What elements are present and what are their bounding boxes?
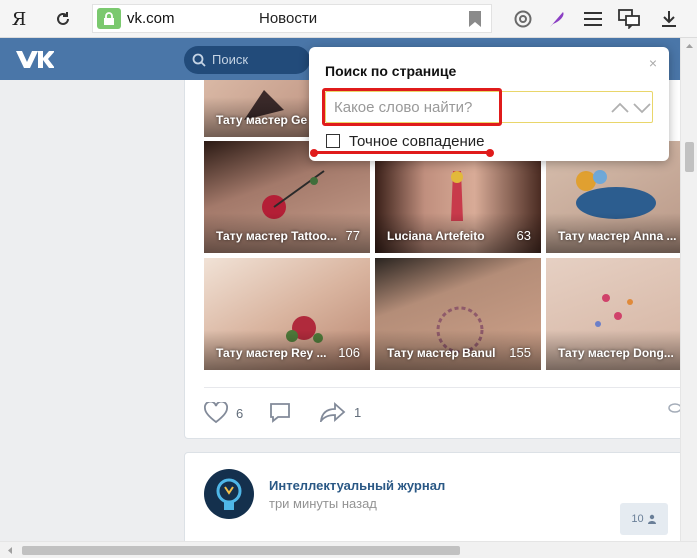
search-icon	[192, 53, 206, 67]
address-bar[interactable]: vk.com Новости	[92, 4, 492, 33]
vertical-scrollbar[interactable]	[680, 38, 697, 541]
tile-title: Тату мастер Ge	[216, 113, 308, 127]
underline-dot-right	[486, 149, 494, 157]
search-placeholder: Поиск	[212, 52, 249, 67]
share-icon	[320, 402, 346, 422]
comment-button[interactable]	[269, 402, 291, 424]
share-count: 1	[354, 404, 362, 420]
tile-count: 155	[509, 345, 531, 360]
vk-logo-icon[interactable]	[14, 47, 54, 71]
tile-count: 63	[516, 228, 531, 243]
gallery-tile[interactable]: Тату мастер Banul 155	[375, 258, 541, 370]
post-time[interactable]: три минуты назад	[269, 496, 377, 511]
exact-match-label[interactable]: Точное совпадение	[349, 133, 485, 150]
tile-title: Тату мастер Dong...	[558, 346, 674, 360]
menu-icon[interactable]	[580, 6, 606, 32]
post-divider	[204, 387, 684, 388]
url-text[interactable]: vk.com	[127, 10, 175, 27]
find-title: Поиск по странице	[325, 63, 457, 79]
views-count: 10	[631, 513, 644, 525]
tile-title: Тату мастер Banul	[387, 346, 496, 360]
protect-icon[interactable]	[510, 6, 536, 32]
underline-dot-left	[310, 149, 318, 157]
tile-count: 106	[338, 345, 360, 360]
page-title: Новости	[259, 10, 318, 27]
tile-title: Тату мастер Tattoo...	[216, 229, 337, 243]
exact-match-underline	[314, 151, 491, 154]
post-author[interactable]: Интеллектуальный журнал	[269, 478, 445, 493]
avatar[interactable]	[204, 469, 254, 519]
tile-title: Luciana Artefeito	[387, 229, 485, 243]
gallery-tile[interactable]: Тату мастер Rey ... 106	[204, 258, 370, 370]
horizontal-scroll-thumb[interactable]	[22, 546, 460, 555]
horizontal-scrollbar[interactable]	[0, 541, 697, 558]
share-button[interactable]: 1	[320, 402, 361, 422]
lock-icon[interactable]	[97, 8, 121, 29]
bookmark-icon[interactable]	[469, 11, 481, 27]
tile-count: 77	[345, 228, 360, 243]
chevron-down-icon[interactable]	[632, 101, 652, 115]
chevron-up-icon[interactable]	[610, 101, 630, 115]
close-icon[interactable]: ×	[649, 55, 657, 71]
browser-toolbar: Я vk.com Новости	[0, 0, 697, 38]
reload-icon[interactable]	[50, 6, 76, 32]
views-badge: 10	[620, 503, 668, 535]
gallery-tile[interactable]: Тату мастер Dong...	[546, 258, 682, 370]
like-button[interactable]: 6	[204, 402, 243, 424]
comment-icon	[270, 403, 290, 423]
scroll-left-icon[interactable]	[4, 542, 16, 558]
vertical-scroll-thumb[interactable]	[685, 142, 694, 172]
download-icon[interactable]	[656, 6, 682, 32]
tile-title: Тату мастер Rey ...	[216, 346, 327, 360]
heart-icon	[204, 402, 228, 424]
user-icon	[647, 514, 656, 524]
scroll-up-icon[interactable]	[681, 40, 697, 52]
input-highlight-frame	[322, 88, 502, 126]
vk-search[interactable]: Поиск	[184, 46, 310, 74]
yandex-button[interactable]: Я	[6, 6, 32, 32]
messages-icon[interactable]	[616, 6, 642, 32]
feather-icon[interactable]	[544, 6, 570, 32]
tile-title: Тату мастер Anna ...	[558, 229, 677, 243]
exact-match-checkbox[interactable]	[326, 134, 340, 148]
like-count: 6	[236, 405, 244, 421]
